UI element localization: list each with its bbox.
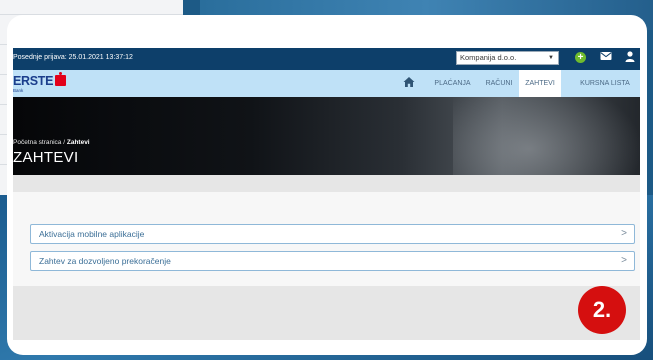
caret-down-icon: ▼ <box>548 55 554 61</box>
last-login-text: Posednje prijava: 25.01.2021 13:37:12 <box>13 54 133 61</box>
company-select-value: Kompanija d.o.o. <box>460 53 517 62</box>
request-item-label: Aktivacija mobilne aplikacije <box>39 229 145 239</box>
page-title: ZAHTEVI <box>13 149 79 166</box>
breadcrumb-home[interactable]: Početna stranica <box>13 139 61 146</box>
envelope-icon[interactable] <box>599 51 612 64</box>
request-item-mobile-app[interactable]: Aktivacija mobilne aplikacije > <box>30 224 635 244</box>
logo-text: ERSTE <box>13 74 54 88</box>
breadcrumb: Početna stranica / Zahtevi <box>13 139 90 146</box>
request-item-label: Zahtev za dozvoljeno prekoračenje <box>39 256 171 266</box>
plus-circle-icon[interactable]: + <box>575 52 586 63</box>
nav-item-placanja[interactable]: PLAĆANJA <box>426 70 479 97</box>
nav-item-racuni[interactable]: RAČUNI <box>479 70 519 97</box>
step-badge: 2. <box>578 286 626 334</box>
user-icon[interactable] <box>623 51 636 64</box>
main-navbar: ERSTE Bank PLAĆANJA RAČUNI ZAHTEVI KURSN… <box>13 70 640 97</box>
breadcrumb-current: Zahtevi <box>66 139 90 146</box>
chevron-right-icon: > <box>621 255 627 266</box>
home-icon[interactable] <box>403 75 417 89</box>
page-hero: Početna stranica / Zahtevi ZAHTEVI <box>13 97 640 175</box>
erste-mark-icon <box>55 72 67 86</box>
company-select[interactable]: Kompanija d.o.o. ▼ <box>456 51 559 65</box>
nav-item-kursna-lista[interactable]: KURSNA LISTA <box>570 70 640 97</box>
request-item-overdraft[interactable]: Zahtev za dozvoljeno prekoračenje > <box>30 251 635 271</box>
breadcrumb-separator: / <box>63 139 66 146</box>
erste-logo[interactable]: ERSTE <box>13 72 67 88</box>
nav-item-zahtevi[interactable]: ZAHTEVI <box>519 70 561 97</box>
logo-subtitle: Bank <box>13 88 24 93</box>
chevron-right-icon: > <box>621 228 627 239</box>
